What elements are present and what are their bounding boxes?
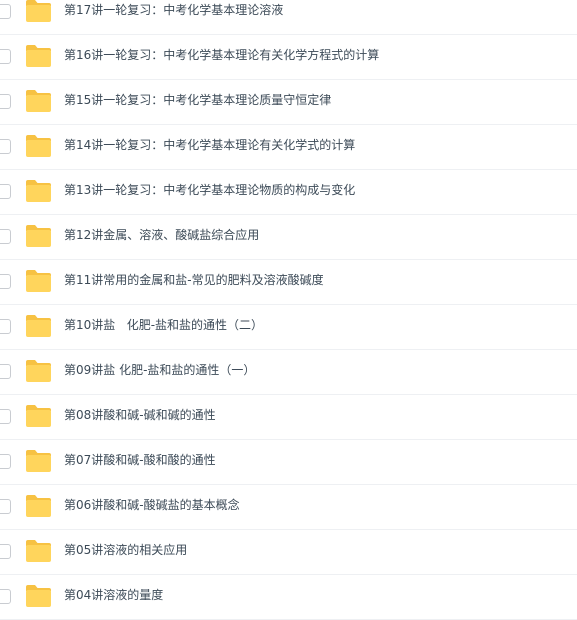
folder-icon [25,89,52,113]
row-checkbox[interactable] [0,409,11,424]
folder-icon [25,539,52,563]
folder-icon [25,224,52,248]
file-name[interactable]: 第17讲一轮复习：中考化学基本理论溶液 [64,2,283,19]
file-row[interactable]: 第12讲金属、溶液、酸碱盐综合应用 [0,215,577,260]
file-row[interactable]: 第10讲盐 化肥-盐和盐的通性（二） [0,305,577,350]
file-row[interactable]: 第07讲酸和碱-酸和酸的通性 [0,440,577,485]
file-name[interactable]: 第05讲溶液的相关应用 [64,542,187,559]
row-checkbox[interactable] [0,319,11,334]
file-name[interactable]: 第14讲一轮复习：中考化学基本理论有关化学式的计算 [64,137,355,154]
folder-icon [25,449,52,473]
file-name[interactable]: 第09讲盐 化肥-盐和盐的通性（一） [64,362,255,379]
file-row[interactable]: 第11讲常用的金属和盐-常见的肥料及溶液酸碱度 [0,260,577,305]
row-checkbox[interactable] [0,4,11,19]
file-name[interactable]: 第08讲酸和碱-碱和碱的通性 [64,407,216,424]
file-row[interactable]: 第17讲一轮复习：中考化学基本理论溶液 [0,0,577,35]
row-checkbox[interactable] [0,454,11,469]
file-row[interactable]: 第08讲酸和碱-碱和碱的通性 [0,395,577,440]
file-name[interactable]: 第12讲金属、溶液、酸碱盐综合应用 [64,227,259,244]
folder-icon [25,179,52,203]
folder-icon [25,314,52,338]
file-name[interactable]: 第16讲一轮复习：中考化学基本理论有关化学方程式的计算 [64,47,379,64]
folder-icon [25,269,52,293]
file-name[interactable]: 第13讲一轮复习：中考化学基本理论物质的构成与变化 [64,182,355,199]
file-row[interactable]: 第16讲一轮复习：中考化学基本理论有关化学方程式的计算 [0,35,577,80]
folder-icon [25,134,52,158]
file-row[interactable]: 第13讲一轮复习：中考化学基本理论物质的构成与变化 [0,170,577,215]
file-name[interactable]: 第06讲酸和碱-酸碱盐的基本概念 [64,497,240,514]
row-checkbox[interactable] [0,499,11,514]
folder-icon [25,494,52,518]
file-row[interactable]: 第09讲盐 化肥-盐和盐的通性（一） [0,350,577,395]
file-row[interactable]: 第05讲溶液的相关应用 [0,530,577,575]
file-name[interactable]: 第11讲常用的金属和盐-常见的肥料及溶液酸碱度 [64,272,324,289]
row-checkbox[interactable] [0,49,11,64]
file-name[interactable]: 第07讲酸和碱-酸和酸的通性 [64,452,216,469]
folder-icon [25,584,52,608]
row-checkbox[interactable] [0,184,11,199]
folder-icon [25,359,52,383]
file-row[interactable]: 第15讲一轮复习：中考化学基本理论质量守恒定律 [0,80,577,125]
file-name[interactable]: 第10讲盐 化肥-盐和盐的通性（二） [64,317,263,334]
file-name[interactable]: 第04讲溶液的量度 [64,587,163,604]
row-checkbox[interactable] [0,274,11,289]
folder-icon [25,0,52,23]
folder-icon [25,44,52,68]
row-checkbox[interactable] [0,94,11,109]
file-row[interactable]: 第14讲一轮复习：中考化学基本理论有关化学式的计算 [0,125,577,170]
row-checkbox[interactable] [0,229,11,244]
file-row[interactable]: 第04讲溶液的量度 [0,575,577,620]
file-name[interactable]: 第15讲一轮复习：中考化学基本理论质量守恒定律 [64,92,331,109]
file-row[interactable]: 第06讲酸和碱-酸碱盐的基本概念 [0,485,577,530]
row-checkbox[interactable] [0,364,11,379]
row-checkbox[interactable] [0,544,11,559]
row-checkbox[interactable] [0,139,11,154]
folder-icon [25,404,52,428]
row-checkbox[interactable] [0,589,11,604]
